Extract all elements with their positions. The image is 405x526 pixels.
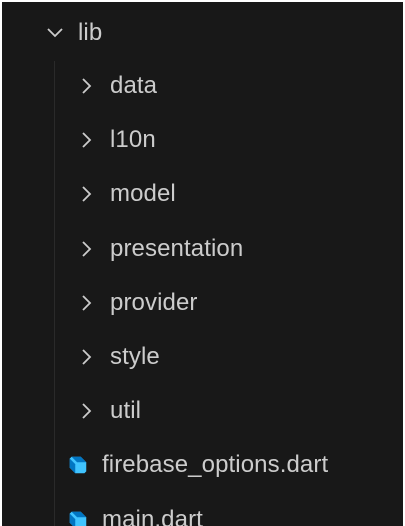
folder-label: data: [110, 72, 158, 100]
chevron-right-icon: [76, 183, 98, 205]
folder-provider[interactable]: provider: [2, 276, 403, 330]
chevron-right-icon: [76, 238, 98, 260]
chevron-right-icon: [76, 346, 98, 368]
folder-label: util: [110, 397, 142, 425]
file-tree: lib data l10n model presentation provide…: [2, 2, 403, 526]
folder-label: model: [110, 180, 176, 208]
dart-icon: [66, 453, 90, 477]
folder-model[interactable]: model: [2, 167, 403, 221]
file-main[interactable]: main.dart: [2, 493, 403, 526]
folder-presentation[interactable]: presentation: [2, 222, 403, 276]
folder-label: provider: [110, 288, 198, 316]
folder-util[interactable]: util: [2, 384, 403, 438]
file-explorer-panel: lib data l10n model presentation provide…: [2, 2, 403, 526]
chevron-right-icon: [76, 292, 98, 314]
folder-lib[interactable]: lib: [2, 7, 403, 59]
file-firebase-options[interactable]: firebase_options.dart: [2, 438, 403, 492]
chevron-right-icon: [76, 75, 98, 97]
chevron-down-icon: [44, 22, 66, 44]
folder-data[interactable]: data: [2, 59, 403, 113]
folder-l10n[interactable]: l10n: [2, 113, 403, 167]
folder-label: style: [110, 343, 160, 371]
file-label: firebase_options.dart: [102, 451, 329, 479]
chevron-right-icon: [76, 400, 98, 422]
folder-label: lib: [78, 19, 103, 46]
chevron-right-icon: [76, 129, 98, 151]
folder-label: l10n: [110, 126, 156, 154]
folder-style[interactable]: style: [2, 330, 403, 384]
folder-label: presentation: [110, 234, 244, 262]
file-label: main.dart: [102, 505, 203, 526]
dart-icon: [66, 508, 90, 526]
